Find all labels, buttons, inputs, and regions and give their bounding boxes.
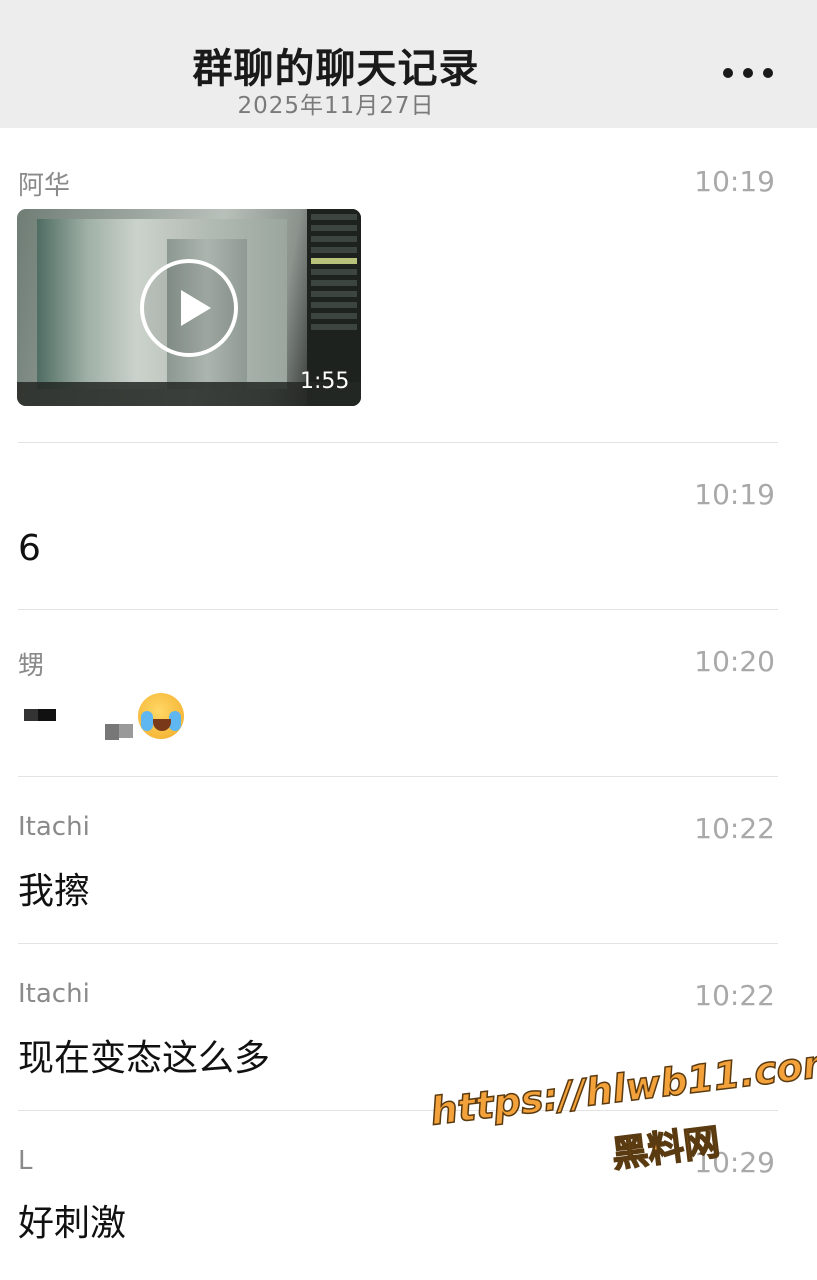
message-time: 10:19 bbox=[694, 478, 775, 511]
mouth bbox=[153, 719, 171, 731]
message-time: 10:20 bbox=[694, 645, 775, 678]
message-item: Itachi 10:22 我擦 bbox=[0, 812, 817, 922]
message-text: 6 bbox=[18, 528, 41, 569]
more-options-button[interactable] bbox=[723, 58, 773, 88]
divider bbox=[18, 442, 778, 443]
message-time: 10:22 bbox=[694, 812, 775, 845]
redacted-mosaic bbox=[38, 709, 56, 721]
message-time: 10:22 bbox=[694, 979, 775, 1012]
divider bbox=[18, 609, 778, 610]
more-dot bbox=[763, 68, 773, 78]
message-text: 我擦 bbox=[18, 871, 91, 912]
chat-date: 2025年11月27日 bbox=[237, 93, 435, 119]
chat-history-header: 群聊的聊天记录 2025年11月27日 bbox=[0, 0, 817, 128]
divider bbox=[18, 776, 778, 777]
video-duration: 1:55 bbox=[300, 369, 350, 394]
redacted-mosaic bbox=[119, 724, 133, 738]
message-time: 10:19 bbox=[694, 165, 775, 198]
redacted-mosaic bbox=[105, 724, 119, 740]
divider bbox=[18, 943, 778, 944]
sender-name: L bbox=[18, 1146, 33, 1176]
watermark-name: 黑料网 bbox=[609, 1121, 723, 1176]
more-horizontal-icon bbox=[723, 68, 733, 78]
message-item: 甥 10:20 bbox=[0, 645, 817, 755]
redacted-mosaic bbox=[24, 709, 38, 721]
message-text: 现在变态这么多 bbox=[18, 1038, 271, 1079]
sender-name: Itachi bbox=[18, 812, 90, 842]
facepalm-cry-icon bbox=[138, 693, 184, 739]
message-text: 好刺激 bbox=[18, 1203, 127, 1244]
sender-name: 阿华 bbox=[18, 171, 71, 201]
tear bbox=[141, 711, 153, 731]
sender-name: Itachi bbox=[18, 979, 90, 1009]
message-item: 10:19 6 bbox=[0, 478, 817, 588]
more-dot bbox=[743, 68, 753, 78]
play-icon[interactable] bbox=[140, 259, 238, 357]
sender-name: 甥 bbox=[18, 651, 45, 681]
